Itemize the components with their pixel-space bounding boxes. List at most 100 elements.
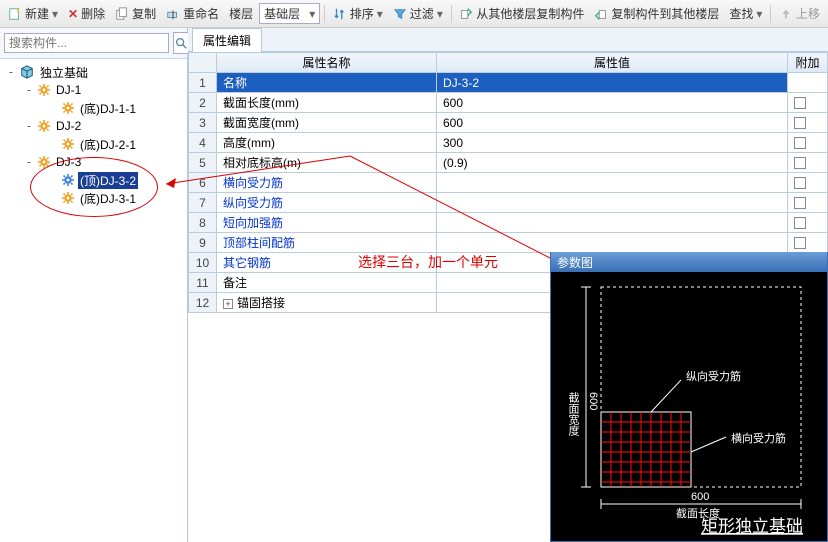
new-button[interactable]: 新建 ▾ [4,3,62,24]
tree-item-label: (底)DJ-2-1 [78,136,138,153]
tree-item[interactable]: - DJ-1 [0,81,187,99]
sort-icon [333,7,347,21]
checkbox[interactable] [794,217,806,229]
row-number: 1 [189,73,217,93]
separator [451,5,452,23]
table-row[interactable]: 4高度(mm)300 [189,133,828,153]
expander-icon[interactable]: - [24,119,34,133]
property-name-cell[interactable]: 截面宽度(mm) [217,113,437,133]
table-row[interactable]: 6横向受力筋 [189,173,828,193]
search-button[interactable] [173,32,189,54]
diagram-panel: 参数图 [550,252,828,542]
header-value: 属性值 [437,53,788,73]
tab-property-edit[interactable]: 属性编辑 [192,28,262,52]
extra-cell [788,193,828,213]
row-number: 2 [189,93,217,113]
copy-from-floor-button[interactable]: 从其他楼层复制构件 [455,3,588,24]
svg-text:截面宽度: 截面宽度 [567,391,580,437]
moveup-button[interactable]: 上移 [775,3,824,24]
checkbox[interactable] [794,197,806,209]
tree-item-label: (顶)DJ-3-2 [78,172,138,189]
tree-item[interactable]: -DJ-3 [0,153,187,171]
property-name-cell[interactable]: 其它钢筋 [217,253,437,273]
sort-button[interactable]: 排序 ▾ [329,3,387,24]
property-name-cell[interactable]: +锚固搭接 [217,293,437,313]
property-name-cell[interactable]: 截面长度(mm) [217,93,437,113]
property-value-cell[interactable] [437,173,788,193]
table-row[interactable]: 8短向加强筋 [189,213,828,233]
extra-cell [788,153,828,173]
property-value-cell[interactable] [437,233,788,253]
rename-icon [166,7,180,21]
gear-icon [38,120,50,132]
row-number: 11 [189,273,217,293]
table-row[interactable]: 9顶部柱间配筋 [189,233,828,253]
property-name-cell[interactable]: 纵向受力筋 [217,193,437,213]
tree-item[interactable]: -DJ-2 [0,117,187,135]
tree-item[interactable]: (底)DJ-3-1 [0,189,187,207]
copy-to-floor-button[interactable]: 复制构件到其他楼层 [590,3,723,24]
copy-to-icon [594,7,608,21]
component-tree-panel: - 独立基础 - DJ-1 (底)DJ-1-1-DJ-2(底)DJ-2-1-DJ-3… [0,28,188,542]
tree-item[interactable]: (底)DJ-2-1 [0,135,187,153]
expand-icon[interactable]: + [223,299,233,309]
copy-button[interactable]: 复制 [111,3,160,24]
floor-select[interactable]: 基础层 ▾ [259,3,320,24]
property-value-cell[interactable]: (0.9) [437,153,788,173]
tree-item[interactable]: (底)DJ-1-1 [0,99,187,117]
checkbox[interactable] [794,137,806,149]
property-value-cell[interactable] [437,213,788,233]
search-input[interactable] [4,33,169,53]
property-name-cell[interactable]: 高度(mm) [217,133,437,153]
new-icon [8,7,22,21]
property-value-cell[interactable]: DJ-3-2 [437,73,788,93]
property-name-cell[interactable]: 顶部柱间配筋 [217,233,437,253]
checkbox[interactable] [794,97,806,109]
table-row[interactable]: 2截面长度(mm)600 [189,93,828,113]
extra-cell [788,73,828,93]
rename-button[interactable]: 重命名 [162,3,223,24]
gear-icon [38,84,50,96]
property-value-cell[interactable] [437,193,788,213]
cube-icon [20,65,34,79]
tree-item-label: (底)DJ-3-1 [78,190,138,207]
property-name-cell[interactable]: 名称 [217,73,437,93]
property-name-cell[interactable]: 短向加强筋 [217,213,437,233]
expander-icon[interactable]: - [24,83,34,97]
row-number: 12 [189,293,217,313]
up-icon [779,7,793,21]
property-value-cell[interactable]: 300 [437,133,788,153]
property-value-cell[interactable]: 600 [437,113,788,133]
property-name-cell[interactable]: 相对底标高(m) [217,153,437,173]
gear-icon [62,174,74,186]
checkbox[interactable] [794,237,806,249]
table-row[interactable]: 5相对底标高(m)(0.9) [189,153,828,173]
filter-icon [393,7,407,21]
filter-button[interactable]: 过滤 ▾ [389,3,447,24]
svg-text:矩形独立基础: 矩形独立基础 [701,517,803,536]
checkbox[interactable] [794,177,806,189]
tree-item-label: DJ-1 [54,83,83,97]
table-row[interactable]: 3截面宽度(mm)600 [189,113,828,133]
gear-icon [62,138,74,150]
tree-item[interactable]: (顶)DJ-3-2 [0,171,187,189]
expander-icon[interactable]: - [24,155,34,169]
property-value-cell[interactable]: 600 [437,93,788,113]
delete-button[interactable]: ✕ 删除 [64,3,109,24]
property-name-cell[interactable]: 横向受力筋 [217,173,437,193]
row-number: 4 [189,133,217,153]
extra-cell [788,113,828,133]
property-name-cell[interactable]: 备注 [217,273,437,293]
extra-cell [788,233,828,253]
checkbox[interactable] [794,157,806,169]
find-button[interactable]: 查找 ▾ [725,3,766,24]
property-panel: 属性编辑 属性名称 属性值 附加 1名称DJ-3-22截面长度(mm)6003截… [188,28,828,542]
diagram-body: 截面宽度 600 纵向受力筋 横向受力筋 600 截面长度 矩形独立基础 [551,272,827,541]
floor-label: 楼层 [225,3,257,24]
table-row[interactable]: 7纵向受力筋 [189,193,828,213]
dropdown-icon: ▾ [52,7,58,21]
table-row[interactable]: 1名称DJ-3-2 [189,73,828,93]
tree-root[interactable]: - 独立基础 [0,63,187,81]
checkbox[interactable] [794,117,806,129]
component-tree: - 独立基础 - DJ-1 (底)DJ-1-1-DJ-2(底)DJ-2-1-DJ-3… [0,59,187,542]
